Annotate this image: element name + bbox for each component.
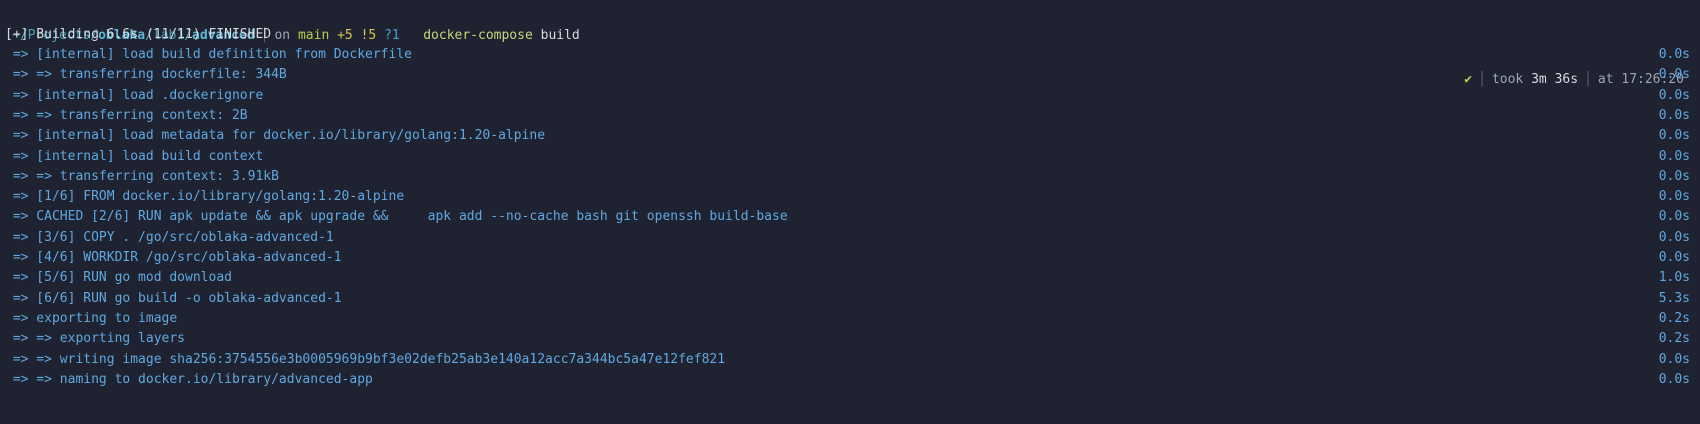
build-step-row: => => transferring context: 2B 0.0s <box>0 105 1700 127</box>
build-step-duration: 0.0s <box>1658 371 1690 387</box>
build-step-duration: 0.0s <box>1658 250 1690 265</box>
build-step-text: => => writing image sha256:3754556e3b000… <box>5 351 726 367</box>
build-step-text: => [6/6] RUN go build -o oblaka-advanced… <box>5 290 342 306</box>
build-step-text: => [5/6] RUN go mod download <box>5 270 232 286</box>
build-step-duration: 0.0s <box>1658 87 1690 103</box>
build-step-duration: 0.0s <box>1658 128 1690 144</box>
build-step-text: => => naming to docker.io/library/advanc… <box>5 371 373 387</box>
build-step-row: => [6/6] RUN go build -o oblaka-advanced… <box>0 288 1700 310</box>
build-step-duration: 0.0s <box>1658 209 1690 225</box>
build-step-text: => => transferring context: 2B <box>5 107 248 123</box>
build-step-duration: 1.0s <box>1658 270 1690 286</box>
build-step-text: => CACHED [2/6] RUN apk update && apk up… <box>5 209 788 225</box>
build-step-text: => [4/6] WORKDIR /go/src/oblaka-advanced… <box>5 250 342 265</box>
build-step-row: => [4/6] WORKDIR /go/src/oblaka-advanced… <box>0 247 1700 269</box>
build-step-duration: 0.0s <box>1658 189 1690 205</box>
build-step-row: => => writing image sha256:3754556e3b000… <box>0 349 1700 371</box>
build-step-row: => CACHED [2/6] RUN apk update && apk up… <box>0 206 1700 228</box>
build-step-text: => [3/6] COPY . /go/src/oblaka-advanced-… <box>5 229 334 245</box>
build-step-duration: 0.0s <box>1658 351 1690 367</box>
prompt-line: ~/Projects/oblaka/lab1/advanced │ on main … <box>0 3 1700 87</box>
build-step-row: => => transferring dockerfile: 344B 0.0s <box>0 64 1700 86</box>
build-step-duration: 0.0s <box>1658 148 1690 164</box>
build-step-text: => [internal] load build context <box>5 148 264 164</box>
build-step-text: => [internal] load metadata for docker.i… <box>5 128 546 144</box>
build-step-row: => [internal] load build context 0.0s <box>0 146 1700 168</box>
build-step-duration: 0.2s <box>1658 310 1690 326</box>
build-step-text: => => transferring context: 3.91kB <box>5 168 279 184</box>
build-step-text: => => transferring dockerfile: 344B <box>5 67 287 83</box>
build-step-text: => [internal] load .dockerignore <box>5 87 264 103</box>
terminal-window[interactable]: ~/Projects/oblaka/lab1/advanced │ on main … <box>0 0 1700 424</box>
build-step-row: => [5/6] RUN go mod download 1.0s <box>0 267 1700 289</box>
build-step-duration: 5.3s <box>1658 290 1690 306</box>
build-header: [+] Building 6.6s (11/11) FINISHED <box>5 27 272 42</box>
build-step-duration: 0.0s <box>1658 67 1690 83</box>
build-step-row: => exporting to image 0.2s <box>0 308 1700 330</box>
build-step-row: => => transferring context: 3.91kB 0.0s <box>0 166 1700 188</box>
build-step-text: => exporting to image <box>5 310 178 326</box>
build-step-duration: 0.0s <box>1658 47 1690 62</box>
build-step-text: => [1/6] FROM docker.io/library/golang:1… <box>5 189 405 205</box>
build-step-row: => => naming to docker.io/library/advanc… <box>0 369 1700 391</box>
build-step-row: => [3/6] COPY . /go/src/oblaka-advanced-… <box>0 227 1700 249</box>
build-step-text: => [internal] load build definition from… <box>5 47 412 62</box>
build-step-duration: 0.0s <box>1658 229 1690 245</box>
build-step-row: => [1/6] FROM docker.io/library/golang:1… <box>0 186 1700 208</box>
build-step-row: => [internal] load build definition from… <box>0 44 1700 66</box>
build-step-row: => [internal] load .dockerignore 0.0s <box>0 85 1700 107</box>
build-step-row: => => exporting layers 0.2s <box>0 328 1700 350</box>
build-step-text: => => exporting layers <box>5 331 186 347</box>
build-step-row: => [internal] load metadata for docker.i… <box>0 125 1700 147</box>
build-step-duration: 0.0s <box>1658 168 1690 184</box>
build-step-duration: 0.2s <box>1658 331 1690 347</box>
build-step-duration: 0.0s <box>1658 107 1690 123</box>
